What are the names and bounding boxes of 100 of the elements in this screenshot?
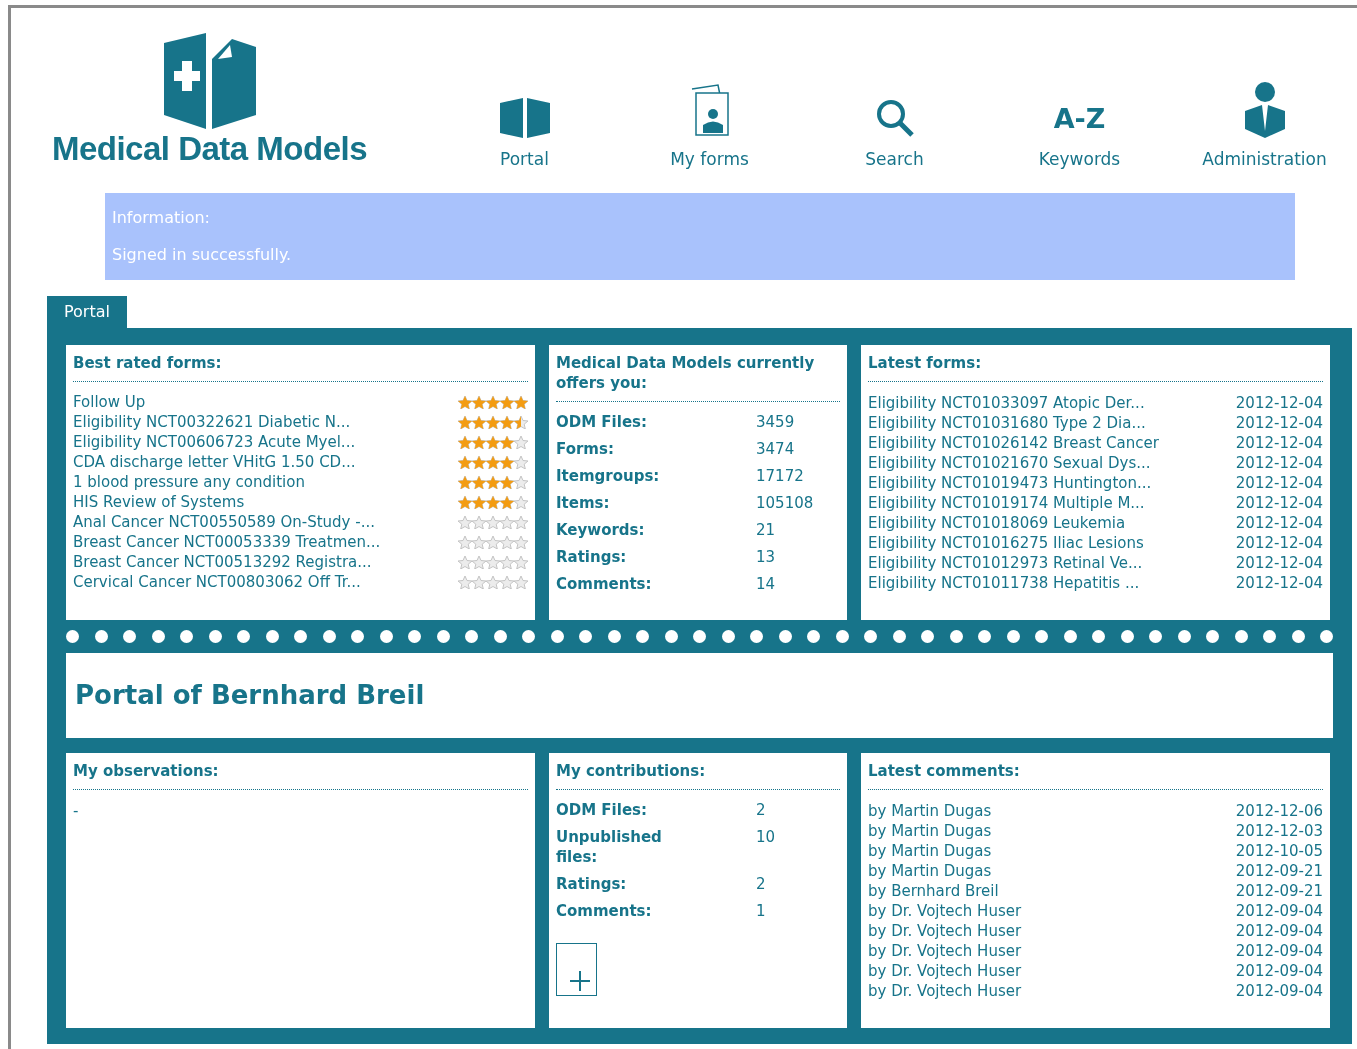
star-icon bbox=[500, 435, 514, 449]
star-icon bbox=[458, 475, 472, 489]
star-rating[interactable] bbox=[458, 575, 528, 589]
star-rating[interactable] bbox=[458, 515, 528, 529]
panel-title: Latest forms: bbox=[868, 353, 983, 373]
star-rating[interactable] bbox=[458, 475, 528, 489]
form-link[interactable]: Eligibility NCT01026142 Breast Cancer bbox=[868, 432, 1159, 452]
form-link[interactable]: Eligibility NCT01031680 Type 2 Dia... bbox=[868, 412, 1146, 432]
star-icon bbox=[486, 415, 500, 429]
nav-item[interactable]: Portal bbox=[432, 79, 617, 169]
form-link[interactable]: Eligibility NCT01016275 Iliac Lesions bbox=[868, 532, 1144, 552]
star-icon bbox=[472, 575, 486, 589]
stat-label: Keywords: bbox=[556, 520, 646, 540]
comment-date: 2012-09-04 bbox=[1235, 901, 1323, 920]
comment-date: 2012-09-04 bbox=[1235, 941, 1323, 960]
star-icon bbox=[500, 575, 514, 589]
stat-label: Ratings: bbox=[556, 874, 628, 894]
book-icon bbox=[497, 97, 552, 139]
star-icon bbox=[458, 495, 472, 509]
info-message: Signed in successfully. bbox=[112, 244, 293, 266]
nav-item[interactable]: My forms bbox=[617, 79, 802, 169]
stat-label: Itemgroups: bbox=[556, 466, 661, 486]
form-link[interactable]: Eligibility NCT01019174 Multiple M... bbox=[868, 492, 1145, 512]
nav-item[interactable]: Administration bbox=[1172, 79, 1357, 169]
comment-author[interactable]: by Martin Dugas bbox=[868, 800, 992, 820]
star-icon bbox=[500, 515, 514, 529]
nav-item[interactable]: Search bbox=[802, 79, 987, 169]
stat-label: Unpublished files: bbox=[556, 827, 663, 867]
comment-date: 2012-10-05 bbox=[1235, 841, 1323, 860]
panel-title: Medical Data Models currently offers you: bbox=[556, 353, 816, 393]
comment-date: 2012-09-04 bbox=[1235, 981, 1323, 1000]
plus-icon bbox=[569, 970, 591, 992]
stat-value: 10 bbox=[756, 827, 776, 848]
form-date: 2012-12-04 bbox=[1235, 433, 1323, 452]
star-rating[interactable] bbox=[458, 495, 528, 509]
comment-author[interactable]: by Dr. Vojtech Huser bbox=[868, 920, 1022, 940]
star-icon bbox=[472, 535, 486, 549]
star-icon bbox=[458, 415, 472, 429]
portal-title: Portal of Bernhard Breil bbox=[75, 679, 425, 712]
stat-value: 21 bbox=[756, 520, 776, 540]
comment-author[interactable]: by Martin Dugas bbox=[868, 840, 992, 860]
form-date: 2012-12-04 bbox=[1235, 513, 1323, 532]
keywords-icon: A-Z bbox=[1053, 97, 1106, 139]
star-rating[interactable] bbox=[458, 435, 528, 449]
form-link[interactable]: Eligibility NCT01011738 Hepatitis ... bbox=[868, 572, 1140, 592]
add-form-button[interactable] bbox=[556, 943, 597, 996]
comment-date: 2012-09-04 bbox=[1235, 921, 1323, 940]
form-link[interactable]: Eligibility NCT01019473 Huntington... bbox=[868, 472, 1152, 492]
star-icon bbox=[500, 475, 514, 489]
form-date: 2012-12-04 bbox=[1235, 473, 1323, 492]
form-link[interactable]: Eligibility NCT01018069 Leukemia bbox=[868, 512, 1126, 532]
comment-author[interactable]: by Dr. Vojtech Huser bbox=[868, 960, 1022, 980]
star-rating[interactable] bbox=[458, 395, 528, 409]
star-icon bbox=[514, 575, 528, 589]
form-link[interactable]: Eligibility NCT01021670 Sexual Dys... bbox=[868, 452, 1151, 472]
comment-date: 2012-12-06 bbox=[1235, 801, 1323, 820]
form-link[interactable]: Eligibility NCT01012973 Retinal Ve... bbox=[868, 552, 1143, 572]
star-rating[interactable] bbox=[458, 415, 528, 429]
star-icon bbox=[486, 495, 500, 509]
star-icon bbox=[500, 395, 514, 409]
comment-date: 2012-09-21 bbox=[1235, 881, 1323, 900]
observation: - bbox=[73, 801, 80, 822]
stat-label: Comments: bbox=[556, 901, 653, 921]
star-icon bbox=[486, 475, 500, 489]
star-icon bbox=[472, 415, 486, 429]
form-date: 2012-12-04 bbox=[1235, 393, 1323, 412]
comment-author[interactable]: by Bernhard Breil bbox=[868, 880, 999, 900]
star-icon bbox=[458, 515, 472, 529]
nav-item[interactable]: A-Z Keywords bbox=[987, 79, 1172, 169]
star-rating[interactable] bbox=[458, 455, 528, 469]
form-date: 2012-12-04 bbox=[1235, 533, 1323, 552]
star-icon bbox=[486, 555, 500, 569]
comment-author[interactable]: by Martin Dugas bbox=[868, 820, 992, 840]
logo-icon bbox=[161, 31, 258, 129]
comment-date: 2012-09-04 bbox=[1235, 961, 1323, 980]
star-icon bbox=[514, 435, 528, 449]
form-date: 2012-12-04 bbox=[1235, 573, 1323, 592]
comment-author[interactable]: by Dr. Vojtech Huser bbox=[868, 940, 1022, 960]
star-icon bbox=[472, 515, 486, 529]
star-icon bbox=[500, 455, 514, 469]
star-icon bbox=[472, 495, 486, 509]
stat-label: Items: bbox=[556, 493, 611, 513]
star-icon bbox=[514, 475, 528, 489]
brand-name: Medical Data Models bbox=[51, 129, 368, 169]
tab[interactable]: Portal bbox=[47, 296, 127, 328]
comment-author[interactable]: by Martin Dugas bbox=[868, 860, 992, 880]
star-icon bbox=[472, 475, 486, 489]
stat-label: ODM Files: bbox=[556, 412, 648, 432]
star-icon bbox=[514, 455, 528, 469]
star-rating[interactable] bbox=[458, 555, 528, 569]
star-icon bbox=[514, 515, 528, 529]
star-icon bbox=[486, 395, 500, 409]
star-rating[interactable] bbox=[458, 535, 528, 549]
star-icon bbox=[458, 555, 472, 569]
stat-value: 3459 bbox=[756, 412, 795, 432]
comment-author[interactable]: by Dr. Vojtech Huser bbox=[868, 900, 1022, 920]
star-icon bbox=[514, 555, 528, 569]
star-icon bbox=[458, 455, 472, 469]
comment-author[interactable]: by Dr. Vojtech Huser bbox=[868, 980, 1022, 1000]
form-link[interactable]: Eligibility NCT01033097 Atopic Der... bbox=[868, 392, 1145, 412]
